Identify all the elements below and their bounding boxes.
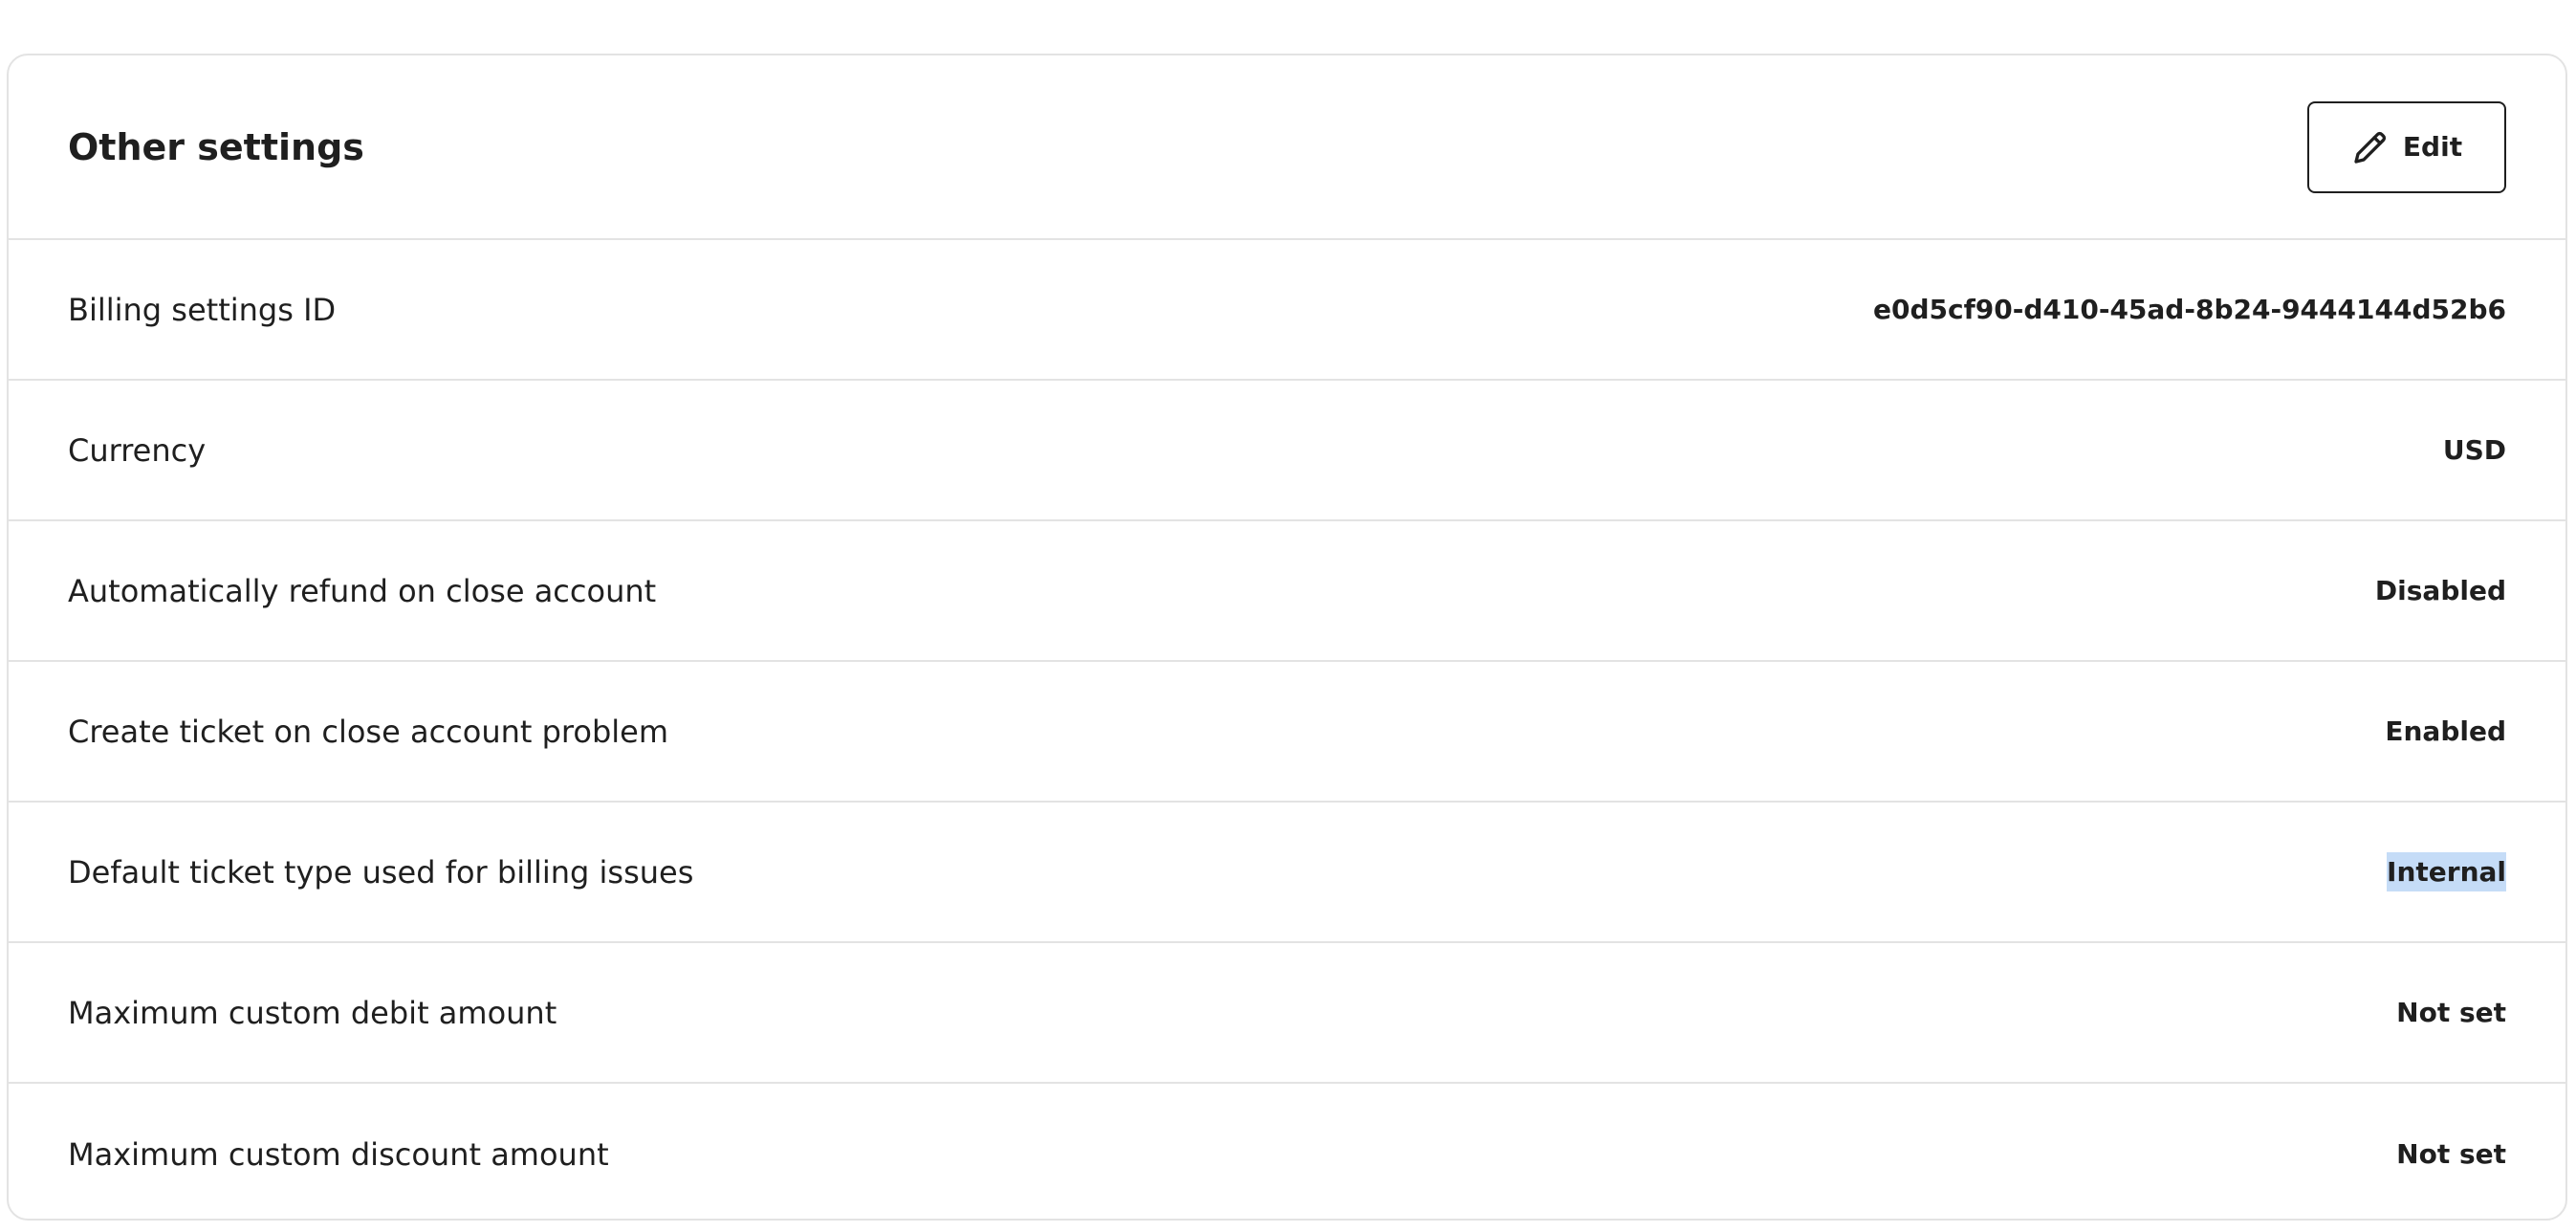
setting-label: Create ticket on close account problem <box>68 713 669 750</box>
setting-label: Maximum custom debit amount <box>68 994 557 1031</box>
setting-value: e0d5cf90-d410-45ad-8b24-9444144d52b6 <box>1872 294 2506 325</box>
setting-value: Enabled <box>2385 715 2506 747</box>
other-settings-card: Other settings Edit Billing settings ID … <box>7 54 2567 1221</box>
setting-row-currency: Currency USD <box>9 381 2565 521</box>
setting-value: Disabled <box>2374 575 2506 606</box>
card-header: Other settings Edit <box>9 55 2565 240</box>
edit-button[interactable]: Edit <box>2307 100 2506 193</box>
setting-label: Currency <box>68 431 207 469</box>
setting-label: Maximum custom discount amount <box>68 1135 609 1173</box>
setting-value: Not set <box>2396 1138 2506 1170</box>
setting-label: Default ticket type used for billing iss… <box>68 853 694 891</box>
pencil-icon <box>2351 128 2390 166</box>
setting-row-auto-refund: Automatically refund on close account Di… <box>9 521 2565 662</box>
edit-button-label: Edit <box>2402 131 2463 163</box>
setting-row-create-ticket: Create ticket on close account problem E… <box>9 662 2565 803</box>
setting-row-max-debit: Maximum custom debit amount Not set <box>9 943 2565 1084</box>
setting-row-max-discount: Maximum custom discount amount Not set <box>9 1084 2565 1219</box>
setting-label: Billing settings ID <box>68 291 337 328</box>
setting-row-billing-settings-id: Billing settings ID e0d5cf90-d410-45ad-8… <box>9 240 2565 381</box>
setting-row-default-ticket-type: Default ticket type used for billing iss… <box>9 803 2565 943</box>
setting-label: Automatically refund on close account <box>68 572 657 609</box>
card-title: Other settings <box>68 125 364 168</box>
setting-value: Not set <box>2396 997 2506 1028</box>
setting-value-selected: Internal <box>2387 852 2506 891</box>
setting-value: USD <box>2442 434 2506 466</box>
